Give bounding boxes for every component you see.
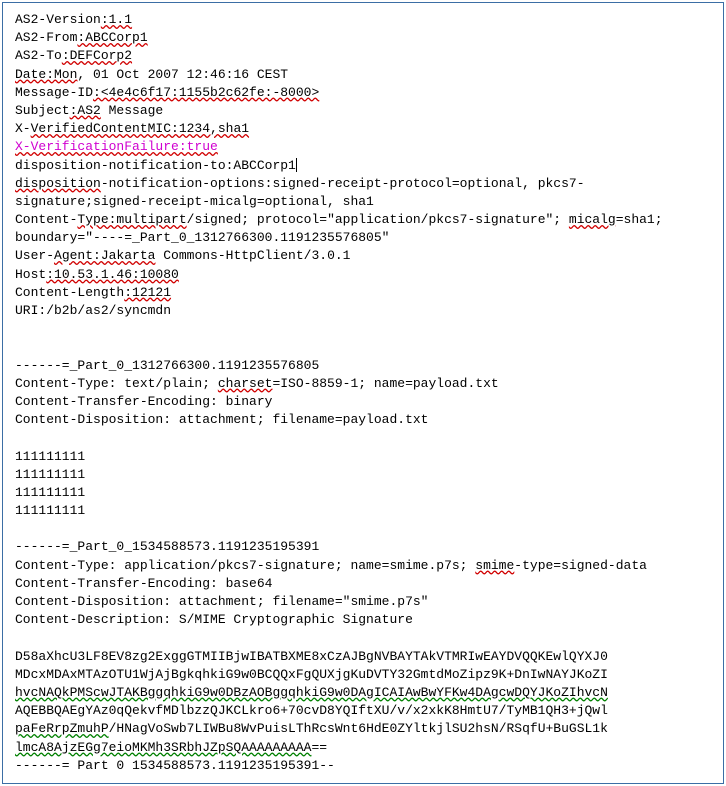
- base64-line: lmcA8AjzEGg7eioMKMh3SRbhJZpSQAAAAAAAAA==: [15, 740, 327, 755]
- hdr-disposition-notification-options: disposition-notification-options:signed-…: [15, 176, 585, 209]
- hdr-x-verification-failure: X-VerificationFailure:true: [15, 139, 218, 154]
- base64-line: MDcxMDAxMTAzOTU1WjAjBgkqhkiG9w0BCQQxFgQU…: [15, 667, 608, 682]
- hdr-x-verified-content-mic: X-VerifiedContentMIC:1234,sha1: [15, 121, 249, 136]
- base64-line: hvcNAQkPMScwJTAKBggqhkiG9w0DBzAOBggqhkiG…: [15, 685, 608, 700]
- mime-boundary-2: ------=_Part_0_1534588573.1191235195391: [15, 539, 319, 554]
- base64-line: AQEBBQAEgYAz0qQekvfMDlbzzQJKCLkro6+70cvD…: [15, 703, 608, 718]
- hdr-date: Date:Mon, 01 Oct 2007 12:46:16 CEST: [15, 67, 288, 82]
- hdr-content-length: Content-Length:12121: [15, 285, 171, 300]
- hdr-host: Host:10.53.1.46:10080: [15, 267, 179, 282]
- as2-message-document: AS2-Version:1.1 AS2-From:ABCCorp1 AS2-To…: [2, 2, 724, 784]
- hdr-disposition-notification-to: disposition-notification-to:ABCCorp1: [15, 158, 297, 173]
- part1-content-type: Content-Type: text/plain; charset=ISO-88…: [15, 376, 499, 391]
- mime-closing-boundary: ------= Part 0 1534588573.1191235195391-…: [15, 758, 335, 773]
- hdr-subject: Subject:AS2 Message: [15, 103, 163, 118]
- base64-line: D58aXhcU3LF8EV8zg2ExggGTMIIBjwIBATBXME8x…: [15, 649, 608, 664]
- part2-content-type: Content-Type: application/pkcs7-signatur…: [15, 558, 647, 573]
- part1-cte: Content-Transfer-Encoding: binary: [15, 394, 272, 409]
- payload-line: 111111111: [15, 449, 85, 464]
- part2-content-disposition: Content-Disposition: attachment; filenam…: [15, 594, 428, 609]
- payload-line: 111111111: [15, 503, 85, 518]
- hdr-message-id: Message-ID:<4e4c6f17:1155b2c62fe:-8000>: [15, 85, 319, 100]
- hdr-as2-to: AS2-To:DEFCorp2: [15, 48, 132, 63]
- payload-line: 111111111: [15, 467, 85, 482]
- mime-boundary-1: ------=_Part_0_1312766300.1191235576805: [15, 358, 319, 373]
- payload-line: 111111111: [15, 485, 85, 500]
- hdr-content-type: Content-Type:multipart/signed; protocol=…: [15, 212, 670, 245]
- text-cursor: [296, 158, 297, 172]
- hdr-user-agent: User-Agent:Jakarta Commons-HttpClient/3.…: [15, 248, 350, 263]
- part2-content-description: Content-Description: S/MIME Cryptographi…: [15, 612, 413, 627]
- base64-line: paFeRrpZmuhP/HNagVoSwb7LIWBu8WvPuisLThRc…: [15, 721, 608, 736]
- part1-content-disposition: Content-Disposition: attachment; filenam…: [15, 412, 428, 427]
- part2-cte: Content-Transfer-Encoding: base64: [15, 576, 272, 591]
- hdr-as2-version: AS2-Version:1.1: [15, 12, 132, 27]
- hdr-as2-from: AS2-From:ABCCorp1: [15, 30, 148, 45]
- hdr-uri: URI:/b2b/as2/syncmdn: [15, 303, 171, 318]
